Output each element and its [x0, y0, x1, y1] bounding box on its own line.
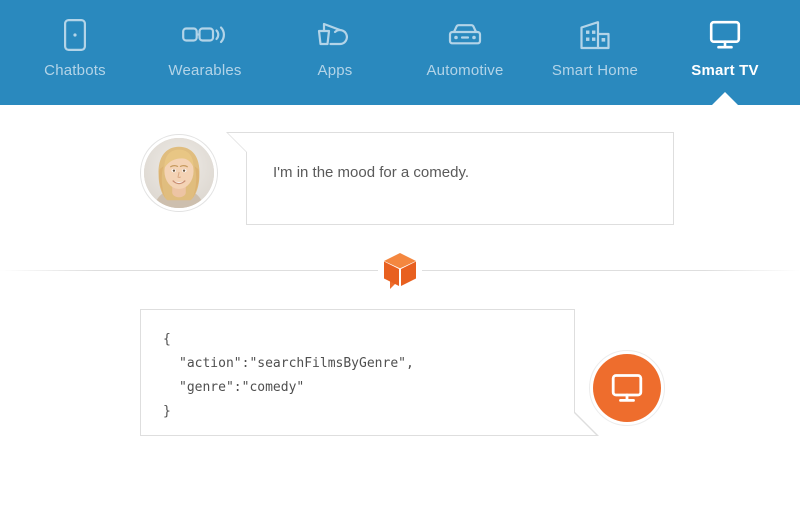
- avatar-photo: [144, 138, 214, 208]
- tab-label-smart-tv: Smart TV: [691, 62, 759, 79]
- code-line-open: {: [163, 332, 171, 347]
- bubble-tail-inner: [228, 133, 247, 152]
- user-message-bubble: I'm in the mood for a comedy.: [226, 132, 674, 225]
- bot-channel-badge-circle: [593, 354, 661, 422]
- bot-message-bubble: { "action":"searchFilmsByGenre", "genre"…: [140, 309, 599, 436]
- apps-icon: [316, 18, 354, 52]
- conversation-panel: I'm in the mood for a comedy. { "action"…: [0, 105, 800, 508]
- code-line-action: "action":"searchFilmsByGenre",: [179, 356, 414, 372]
- avatar: [140, 134, 218, 212]
- user-message-row: I'm in the mood for a comedy.: [140, 132, 674, 225]
- tab-apps[interactable]: Apps: [270, 0, 400, 105]
- car-icon: [446, 18, 484, 52]
- tab-automotive[interactable]: Automotive: [400, 0, 530, 105]
- phone-chat-icon: [64, 18, 86, 52]
- tab-smart-tv[interactable]: Smart TV: [660, 0, 790, 106]
- user-message-text: I'm in the mood for a comedy.: [273, 164, 470, 181]
- tab-label-wearables: Wearables: [168, 62, 242, 79]
- tab-label-automotive: Automotive: [426, 62, 504, 79]
- monitor-icon: [611, 374, 643, 402]
- building-icon: [577, 18, 613, 52]
- bot-message-row: { "action":"searchFilmsByGenre", "genre"…: [140, 309, 599, 436]
- bot-channel-badge[interactable]: [589, 350, 665, 426]
- tab-chatbots[interactable]: Chatbots: [10, 0, 140, 105]
- tab-label-chatbots: Chatbots: [44, 62, 106, 79]
- tab-smart-home[interactable]: Smart Home: [530, 0, 660, 105]
- glasses-icon: [182, 18, 228, 52]
- tab-label-apps: Apps: [317, 62, 353, 79]
- channel-tabbar: Chatbots Wearables Apps Automotive Smart…: [0, 0, 800, 106]
- active-tab-pointer: [711, 92, 739, 106]
- code-line-close: }: [163, 404, 171, 420]
- app-root: Chatbots Wearables Apps Automotive Smart…: [0, 0, 800, 508]
- code-line-genre: "genre":"comedy": [179, 380, 305, 396]
- orange-box-logo: [378, 247, 422, 293]
- bot-bubble-tail-inner: [574, 413, 596, 435]
- bot-json-payload: { "action":"searchFilmsByGenre", "genre"…: [141, 310, 574, 424]
- tab-label-smart-home: Smart Home: [551, 62, 639, 79]
- monitor-icon: [708, 18, 742, 52]
- tab-wearables[interactable]: Wearables: [140, 0, 270, 105]
